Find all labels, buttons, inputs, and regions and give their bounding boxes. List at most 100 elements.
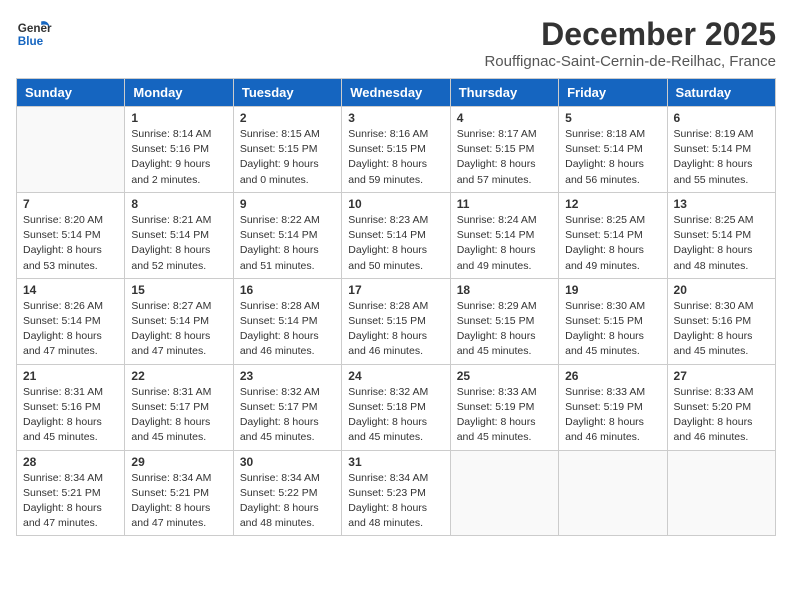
cell-info: Sunrise: 8:19 AM Sunset: 5:14 PM Dayligh… [674, 127, 769, 188]
calendar-cell: 31Sunrise: 8:34 AM Sunset: 5:23 PM Dayli… [342, 450, 450, 536]
calendar-cell: 24 Sunrise: 8:32 AM Sunset: 5:18 PM Dayli… [342, 364, 450, 450]
calendar-cell: 12 Sunrise: 8:25 AM Sunset: 5:14 PM Dayli… [559, 192, 667, 278]
cell-info: Sunrise: 8:22 AM Sunset: 5:14 PM Dayligh… [240, 213, 335, 274]
calendar-cell: 20 Sunrise: 8:30 AM Sunset: 5:16 PM Dayli… [667, 278, 775, 364]
cell-info: Sunrise: 8:24 AM Sunset: 5:14 PM Dayligh… [457, 213, 552, 274]
cell-info: Sunrise: 8:25 AM Sunset: 5:14 PM Dayligh… [565, 213, 660, 274]
logo: General Blue [16, 16, 52, 52]
cell-date: 12 [565, 197, 660, 211]
calendar-cell: 8 Sunrise: 8:21 AM Sunset: 5:14 PM Daylig… [125, 192, 233, 278]
cell-date: 4 [457, 111, 552, 125]
cell-info: Sunrise: 8:16 AM Sunset: 5:15 PM Dayligh… [348, 127, 443, 188]
calendar-cell [559, 450, 667, 536]
cell-date: 20 [674, 283, 769, 297]
cell-date: 14 [23, 283, 118, 297]
cell-date: 22 [131, 369, 226, 383]
calendar-cell: 5Sunrise: 8:18 AM Sunset: 5:14 PM Daylig… [559, 107, 667, 193]
calendar-cell: 21Sunrise: 8:31 AM Sunset: 5:16 PM Dayli… [17, 364, 125, 450]
day-header-tuesday: Tuesday [233, 79, 341, 107]
calendar-cell: 25 Sunrise: 8:33 AM Sunset: 5:19 PM Dayli… [450, 364, 558, 450]
svg-text:Blue: Blue [18, 35, 44, 48]
calendar-week-5: 28 Sunrise: 8:34 AM Sunset: 5:21 PM Dayli… [17, 450, 776, 536]
cell-date: 1 [131, 111, 226, 125]
calendar-cell: 28 Sunrise: 8:34 AM Sunset: 5:21 PM Dayli… [17, 450, 125, 536]
calendar-cell: 6Sunrise: 8:19 AM Sunset: 5:14 PM Daylig… [667, 107, 775, 193]
cell-date: 24 [348, 369, 443, 383]
cell-date: 8 [131, 197, 226, 211]
cell-info: Sunrise: 8:32 AM Sunset: 5:17 PM Dayligh… [240, 385, 335, 446]
cell-info: Sunrise: 8:25 AM Sunset: 5:14 PM Dayligh… [674, 213, 769, 274]
day-header-monday: Monday [125, 79, 233, 107]
day-header-thursday: Thursday [450, 79, 558, 107]
day-header-sunday: Sunday [17, 79, 125, 107]
logo-icon: General Blue [16, 16, 52, 52]
calendar-cell: 27Sunrise: 8:33 AM Sunset: 5:20 PM Dayli… [667, 364, 775, 450]
cell-date: 3 [348, 111, 443, 125]
calendar-week-4: 21Sunrise: 8:31 AM Sunset: 5:16 PM Dayli… [17, 364, 776, 450]
calendar-cell: 4 Sunrise: 8:17 AM Sunset: 5:15 PM Daylig… [450, 107, 558, 193]
cell-info: Sunrise: 8:34 AM Sunset: 5:21 PM Dayligh… [131, 471, 226, 532]
cell-date: 11 [457, 197, 552, 211]
cell-date: 30 [240, 455, 335, 469]
page-header: General Blue December 2025 Rouffignac-Sa… [16, 16, 776, 70]
calendar-table: SundayMondayTuesdayWednesdayThursdayFrid… [16, 78, 776, 536]
cell-info: Sunrise: 8:33 AM Sunset: 5:20 PM Dayligh… [674, 385, 769, 446]
cell-info: Sunrise: 8:23 AM Sunset: 5:14 PM Dayligh… [348, 213, 443, 274]
cell-date: 18 [457, 283, 552, 297]
cell-date: 9 [240, 197, 335, 211]
title-block: December 2025 Rouffignac-Saint-Cernin-de… [484, 16, 776, 70]
cell-date: 26 [565, 369, 660, 383]
cell-date: 29 [131, 455, 226, 469]
cell-date: 21 [23, 369, 118, 383]
calendar-week-1: 1 Sunrise: 8:14 AM Sunset: 5:16 PM Daylig… [17, 107, 776, 193]
calendar-cell: 3 Sunrise: 8:16 AM Sunset: 5:15 PM Daylig… [342, 107, 450, 193]
cell-info: Sunrise: 8:14 AM Sunset: 5:16 PM Dayligh… [131, 127, 226, 188]
calendar-cell [667, 450, 775, 536]
day-header-wednesday: Wednesday [342, 79, 450, 107]
cell-date: 10 [348, 197, 443, 211]
day-header-friday: Friday [559, 79, 667, 107]
calendar-cell: 13 Sunrise: 8:25 AM Sunset: 5:14 PM Dayli… [667, 192, 775, 278]
calendar-cell: 17 Sunrise: 8:28 AM Sunset: 5:15 PM Dayli… [342, 278, 450, 364]
cell-info: Sunrise: 8:17 AM Sunset: 5:15 PM Dayligh… [457, 127, 552, 188]
calendar-cell: 15Sunrise: 8:27 AM Sunset: 5:14 PM Dayli… [125, 278, 233, 364]
cell-info: Sunrise: 8:26 AM Sunset: 5:14 PM Dayligh… [23, 299, 118, 360]
cell-info: Sunrise: 8:32 AM Sunset: 5:18 PM Dayligh… [348, 385, 443, 446]
cell-info: Sunrise: 8:29 AM Sunset: 5:15 PM Dayligh… [457, 299, 552, 360]
cell-info: Sunrise: 8:33 AM Sunset: 5:19 PM Dayligh… [565, 385, 660, 446]
cell-info: Sunrise: 8:34 AM Sunset: 5:21 PM Dayligh… [23, 471, 118, 532]
location: Rouffignac-Saint-Cernin-de-Reilhac, Fran… [484, 53, 776, 70]
cell-info: Sunrise: 8:28 AM Sunset: 5:15 PM Dayligh… [348, 299, 443, 360]
calendar-cell: 11 Sunrise: 8:24 AM Sunset: 5:14 PM Dayli… [450, 192, 558, 278]
cell-date: 13 [674, 197, 769, 211]
calendar-cell: 10 Sunrise: 8:23 AM Sunset: 5:14 PM Dayli… [342, 192, 450, 278]
month-title: December 2025 [484, 16, 776, 53]
cell-date: 23 [240, 369, 335, 383]
calendar-cell: 18 Sunrise: 8:29 AM Sunset: 5:15 PM Dayli… [450, 278, 558, 364]
cell-info: Sunrise: 8:20 AM Sunset: 5:14 PM Dayligh… [23, 213, 118, 274]
cell-info: Sunrise: 8:33 AM Sunset: 5:19 PM Dayligh… [457, 385, 552, 446]
calendar-cell [17, 107, 125, 193]
calendar-header-row: SundayMondayTuesdayWednesdayThursdayFrid… [17, 79, 776, 107]
calendar-cell: 26 Sunrise: 8:33 AM Sunset: 5:19 PM Dayli… [559, 364, 667, 450]
calendar-cell: 1 Sunrise: 8:14 AM Sunset: 5:16 PM Daylig… [125, 107, 233, 193]
cell-date: 15 [131, 283, 226, 297]
cell-info: Sunrise: 8:28 AM Sunset: 5:14 PM Dayligh… [240, 299, 335, 360]
cell-date: 17 [348, 283, 443, 297]
cell-date: 19 [565, 283, 660, 297]
day-header-saturday: Saturday [667, 79, 775, 107]
cell-info: Sunrise: 8:30 AM Sunset: 5:16 PM Dayligh… [674, 299, 769, 360]
cell-date: 25 [457, 369, 552, 383]
cell-date: 28 [23, 455, 118, 469]
calendar-cell [450, 450, 558, 536]
calendar-week-2: 7Sunrise: 8:20 AM Sunset: 5:14 PM Daylig… [17, 192, 776, 278]
calendar-cell: 9 Sunrise: 8:22 AM Sunset: 5:14 PM Daylig… [233, 192, 341, 278]
calendar-cell: 2 Sunrise: 8:15 AM Sunset: 5:15 PM Daylig… [233, 107, 341, 193]
cell-info: Sunrise: 8:15 AM Sunset: 5:15 PM Dayligh… [240, 127, 335, 188]
cell-date: 2 [240, 111, 335, 125]
cell-info: Sunrise: 8:21 AM Sunset: 5:14 PM Dayligh… [131, 213, 226, 274]
calendar-cell: 23 Sunrise: 8:32 AM Sunset: 5:17 PM Dayli… [233, 364, 341, 450]
calendar-cell: 19Sunrise: 8:30 AM Sunset: 5:15 PM Dayli… [559, 278, 667, 364]
calendar-cell: 16Sunrise: 8:28 AM Sunset: 5:14 PM Dayli… [233, 278, 341, 364]
cell-info: Sunrise: 8:34 AM Sunset: 5:22 PM Dayligh… [240, 471, 335, 532]
